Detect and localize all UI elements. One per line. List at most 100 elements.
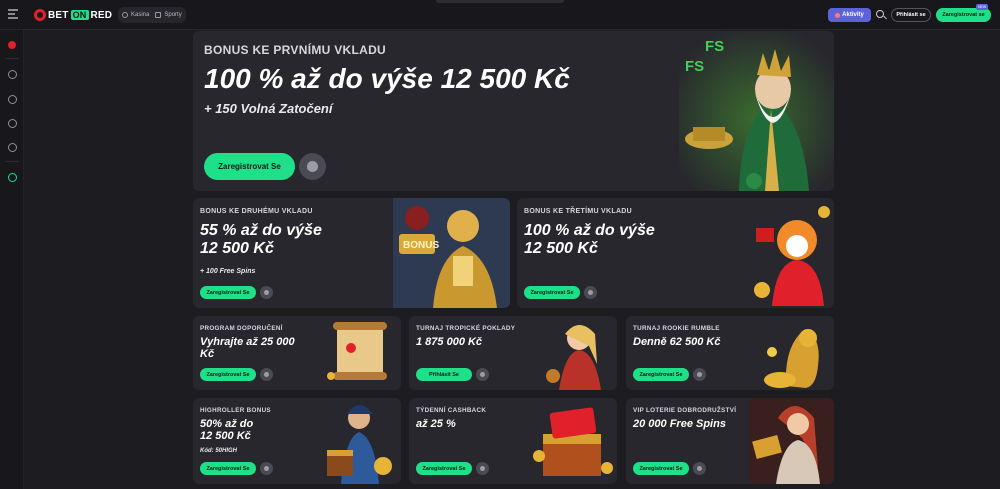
card-register-button[interactable]: Zaregistrovat Se [416, 462, 472, 475]
card-info-icon[interactable] [693, 462, 706, 475]
nav-casino-label: Kasina [131, 12, 150, 18]
knight-illustration: BONUS [393, 198, 510, 308]
menu-icon[interactable] [8, 9, 18, 19]
activity-label: Aktivity [842, 12, 864, 18]
card-register-button[interactable]: Zaregistrovat Se [633, 462, 689, 475]
register-button-top[interactable]: Zaregistrovat se [936, 8, 991, 22]
card-headline-line: 12 500 Kč [200, 239, 274, 257]
svg-text:FS: FS [705, 38, 724, 55]
card-kicker: TÝDENNÍ CASHBACK [416, 407, 487, 414]
logo-text-right: RED [90, 9, 113, 21]
cashback-chest-illustration [533, 407, 613, 476]
nav-sports-label: Sporty [164, 12, 182, 18]
football-icon[interactable] [7, 118, 17, 128]
nav-casino[interactable]: Kasina [122, 12, 149, 18]
card-kicker: TURNAJ TROPICKÉ POKLADY [416, 325, 516, 332]
svg-text:BONUS: BONUS [403, 240, 439, 251]
card-headline-line: 12 500 Kč [524, 239, 598, 257]
vip-lady-illustration [750, 398, 834, 484]
activity-icon [835, 12, 841, 18]
wizard-illustration: FS FS [679, 31, 834, 191]
card-headline-line: Kč [200, 348, 215, 361]
rookie-tournament-card[interactable]: TURNAJ ROOKIE RUMBLE Denně 62 500 Kč Zar… [626, 316, 834, 390]
tiger-illustration [754, 206, 830, 306]
logo-mark-icon [34, 9, 46, 21]
hero-sub: + 150 Volná Zatočení [204, 101, 333, 116]
card-headline-line: až 25 % [416, 418, 456, 430]
card-info-icon[interactable] [260, 462, 273, 475]
sidebar [0, 30, 24, 489]
card-kicker: PROGRAM DOPORUČENÍ [200, 325, 283, 332]
card-headline: 55 % až do výše 12 500 Kč [200, 222, 322, 258]
scroll-illustration [327, 322, 387, 380]
live-icon[interactable] [7, 94, 17, 104]
card-register-button[interactable]: Zaregistrovat Se [633, 368, 689, 381]
promo-code: Kód: 50HIGH [200, 448, 238, 454]
card-info-icon[interactable] [476, 368, 489, 381]
cashback-card[interactable]: TÝDENNÍ CASHBACK až 25 % Zaregistrovat S… [409, 398, 617, 484]
pirate-girl-illustration [546, 325, 601, 390]
card-info-icon[interactable] [584, 286, 597, 299]
tennis-icon[interactable] [7, 142, 17, 152]
treasure-man-illustration [327, 405, 392, 484]
card-kicker: BONUS KE DRUHÉMU VKLADU [200, 208, 313, 215]
roulette-icon[interactable] [7, 69, 17, 79]
card-headline: až 25 % [416, 418, 456, 430]
second-deposit-card[interactable]: BONUS KE DRUHÉMU VKLADU 55 % až do výše … [193, 198, 510, 308]
card-headline-line: Vyhrajte až 25 000 [200, 336, 295, 348]
sidebar-divider [5, 58, 19, 59]
card-register-button[interactable]: Zaregistrovat Se [524, 286, 580, 299]
support-icon[interactable] [7, 172, 17, 182]
hero-info-icon[interactable] [299, 153, 326, 180]
nav-sports[interactable]: Sporty [155, 12, 182, 18]
card-info-icon[interactable] [476, 462, 489, 475]
card-headline-line: 50% až do [200, 418, 254, 430]
card-headline-line: 100 % až do výše [524, 222, 655, 239]
vip-lottery-card[interactable]: VIP LOTERIE DOBRODRUŽSTVÍ 20 000 Free Sp… [626, 398, 834, 484]
hero-kicker: BONUS KE PRVNÍMU VKLADU [204, 43, 387, 57]
card-headline-line: 55 % až do výše [200, 222, 322, 239]
promo-icon[interactable] [7, 40, 17, 50]
card-kicker: VIP LOTERIE DOBRODRUŽSTVÍ [633, 407, 737, 414]
highroller-card[interactable]: HIGHROLLER BONUS 50% až do 12 500 Kč Kód… [193, 398, 401, 484]
hero-headline: 100 % až do výše 12 500 Kč [204, 63, 570, 94]
casino-icon [122, 12, 128, 18]
card-login-button[interactable]: Přihlásit Se [416, 368, 472, 381]
card-headline: 20 000 Free Spins [633, 418, 726, 430]
search-icon[interactable] [876, 10, 884, 18]
svg-text:FS: FS [685, 58, 704, 75]
card-register-button[interactable]: Zaregistrovat Se [200, 286, 256, 299]
sports-icon [155, 12, 162, 18]
card-headline-line: 20 000 Free Spins [633, 418, 726, 430]
card-register-button[interactable]: Zaregistrovat Se [200, 368, 256, 381]
login-button[interactable]: Přihlásit se [891, 8, 931, 22]
card-headline: Vyhrajte až 25 000 Kč [200, 336, 295, 361]
hero-register-button[interactable]: Zaregistrovat Se [204, 153, 295, 180]
logo[interactable]: BET ON RED [34, 8, 112, 22]
card-kicker: HIGHROLLER BONUS [200, 407, 271, 414]
card-info-icon[interactable] [693, 368, 706, 381]
logo-text-left: BET [48, 9, 69, 21]
card-kicker: TURNAJ ROOKIE RUMBLE [633, 325, 720, 332]
card-headline: 1 875 000 Kč [416, 336, 482, 348]
top-center-handle [436, 0, 564, 3]
tropical-tournament-card[interactable]: TURNAJ TROPICKÉ POKLADY 1 875 000 Kč Při… [409, 316, 617, 390]
card-headline-line: 12 500 Kč [200, 430, 251, 443]
card-info-icon[interactable] [260, 286, 273, 299]
card-info-icon[interactable] [260, 368, 273, 381]
register-badge: NEW [976, 4, 989, 10]
hero-bonus-card[interactable]: BONUS KE PRVNÍMU VKLADU 100 % až do výše… [193, 31, 834, 191]
activity-button[interactable]: Aktivity [828, 8, 871, 22]
card-register-button[interactable]: Zaregistrovat Se [200, 462, 256, 475]
sidebar-divider [5, 161, 19, 162]
card-headline-line: 1 875 000 Kč [416, 336, 483, 348]
logo-text-mid: ON [70, 10, 89, 20]
top-bar: BET ON RED Kasina Sporty Aktivity Přihlá… [0, 0, 1000, 30]
card-kicker: BONUS KE TŘETÍMU VKLADU [524, 208, 633, 215]
card-headline: 50% až do 12 500 Kč [200, 418, 253, 443]
dragon-illustration [764, 329, 819, 388]
top-nav: Kasina Sporty [118, 7, 186, 23]
referral-card[interactable]: PROGRAM DOPORUČENÍ Vyhrajte až 25 000 Kč… [193, 316, 401, 390]
third-deposit-card[interactable]: BONUS KE TŘETÍMU VKLADU 100 % až do výše… [517, 198, 834, 308]
card-headline: 100 % až do výše 12 500 Kč [524, 222, 655, 258]
